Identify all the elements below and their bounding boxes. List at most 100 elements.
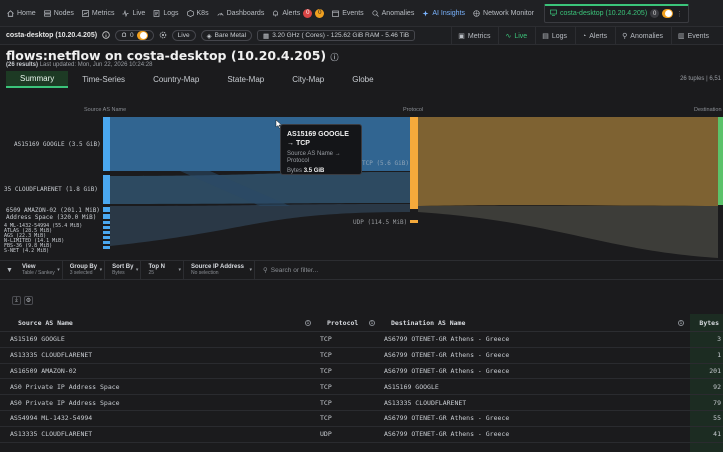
nav-nodes[interactable]: Nodes	[40, 0, 78, 27]
sankey-node-destination[interactable]	[718, 117, 723, 205]
table-row[interactable]: AS13335 CLOUDFLARENET UDP AS6799 OTENET-GR…	[0, 427, 723, 443]
host-tab-toggle[interactable]	[662, 9, 674, 18]
sankey-node-small-6[interactable]	[103, 246, 110, 249]
nav-home[interactable]: Home	[3, 0, 40, 27]
filter-source-ip[interactable]: Source IP Address No selection ▾	[184, 260, 256, 280]
nav-metrics[interactable]: Metrics	[78, 0, 119, 27]
filter-funnel-icon[interactable]: ▼	[6, 267, 13, 274]
sankey-node-udp[interactable]	[410, 220, 418, 223]
ai-insights-icon	[422, 10, 429, 17]
notifications-pill[interactable]: 0	[115, 30, 154, 41]
tab-summary[interactable]: Summary	[6, 71, 69, 88]
tab-city-map[interactable]: City-Map	[278, 71, 338, 88]
nav-live-label: Live	[132, 9, 146, 17]
sankey-link-tcp-dest[interactable]	[418, 117, 718, 206]
nav-anomalies[interactable]: Anomalies	[368, 0, 419, 27]
results-count: (26 results)	[6, 62, 39, 68]
col-header-protocol[interactable]: Protocol	[327, 319, 358, 327]
sankey-node-google[interactable]	[103, 117, 110, 171]
info-icon[interactable]: i	[369, 319, 375, 326]
nav-ai-insights[interactable]: AI Insights	[418, 0, 469, 27]
sankey-node-small-1[interactable]	[103, 221, 110, 224]
nav-alerts[interactable]: Alerts 0 0	[268, 0, 328, 27]
hardware-spec-pill[interactable]: ▦ 3.20 GHz ( Cores) - 125.62 GiB RAM - 5.…	[257, 30, 416, 41]
node-tab-live[interactable]: ∿ Live	[498, 27, 533, 45]
nav-events-label: Events	[342, 9, 364, 17]
metrics-icon	[82, 9, 89, 17]
live-pill[interactable]: Live	[171, 30, 196, 41]
anomalies-icon	[372, 9, 379, 17]
cell-protocol: TCP	[320, 398, 332, 407]
sankey-node-tcp[interactable]	[410, 117, 418, 209]
nav-ai-insights-label: AI Insights	[432, 9, 466, 17]
cell-destination: AS6799 OTENET-GR Athens - Greece	[384, 366, 510, 375]
filter-view[interactable]: View Table / Sankey ▾	[15, 260, 63, 280]
tuples-count: 26 tuples | 6,51	[680, 76, 721, 82]
cell-destination: AS15169 GOOGLE	[384, 382, 439, 391]
sankey-node-private[interactable]	[103, 214, 110, 219]
gear-icon[interactable]: ⚙	[24, 296, 33, 305]
node-hostname: costa-desktop (10.20.4.205)	[6, 32, 98, 39]
cell-bytes: 41	[713, 430, 721, 439]
sankey-col-label-destination: Destination	[694, 107, 722, 113]
nav-events[interactable]: Events	[328, 0, 367, 27]
col-header-destination-as[interactable]: Destination AS Name	[391, 319, 465, 327]
hardware-spec-label: 3.20 GHz ( Cores) - 125.62 GiB RAM - 5.4…	[272, 32, 410, 39]
sankey-tooltip: AS15169 GOOGLE → TCP Source AS Name → Pr…	[280, 124, 362, 175]
info-icon[interactable]: i	[678, 319, 684, 326]
table-row[interactable]: AS15169 GOOGLE TCP AS6799 OTENET-GR Athens…	[0, 332, 723, 348]
filter-search[interactable]: ⚲ Search or filter...	[255, 266, 318, 275]
environment-pill[interactable]: ◈ Bare Metal	[200, 30, 253, 41]
info-icon[interactable]	[102, 30, 110, 41]
sankey-node-cloudflare[interactable]	[103, 175, 110, 204]
table-row[interactable]: AS0 Private IP Address Space TCP AS15169 G…	[0, 379, 723, 396]
info-icon[interactable]: i	[305, 319, 311, 326]
nav-k8s[interactable]: K8s	[183, 0, 213, 27]
sankey-label-small-6: S-NET (4.2 MiB)	[4, 248, 49, 254]
chevron-down-icon: ▾	[99, 267, 103, 273]
table-row[interactable]: AS0 Private IP Address Space TCP AS13335 C…	[0, 395, 723, 411]
tab-time-series[interactable]: Time-Series	[68, 71, 139, 88]
col-header-bytes[interactable]: Bytes	[699, 319, 719, 327]
tab-country-map[interactable]: Country-Map	[139, 71, 213, 88]
cell-source: AS16509 AMAZON-02	[10, 366, 77, 375]
tab-state-map[interactable]: State-Map	[213, 71, 278, 88]
node-tab-logs[interactable]: ▤ Logs	[535, 27, 573, 45]
nav-live[interactable]: Live	[118, 0, 149, 27]
sankey-col-label-source: Source AS Name	[84, 107, 126, 113]
sankey-node-small-3[interactable]	[103, 231, 110, 234]
sankey-node-small-5[interactable]	[103, 241, 110, 244]
nav-dashboards[interactable]: Dashboards	[213, 0, 269, 27]
col-header-source-as[interactable]: Source AS Name	[18, 319, 73, 327]
sankey-node-amazon[interactable]	[103, 207, 110, 212]
table-row[interactable]: AS16509 AMAZON-02 TCP AS6799 OTENET-GR Ath…	[0, 364, 723, 380]
node-tab-events[interactable]: ▥ Events	[670, 27, 715, 45]
nav-logs[interactable]: Logs	[149, 0, 182, 27]
filter-value: 25	[148, 270, 154, 276]
k8s-icon	[186, 9, 194, 17]
drag-handle-icon[interactable]: ⋮	[676, 10, 683, 18]
table-row[interactable]: AS13335 CLOUDFLARENET TCP AS6799 OTENET-GR…	[0, 348, 723, 364]
sankey-node-small-2[interactable]	[103, 226, 110, 229]
tab-globe[interactable]: Globe	[338, 71, 387, 88]
title-info-icon[interactable]: ⓘ	[330, 53, 338, 62]
node-tab-anomalies[interactable]: ⚲ Anomalies	[615, 27, 669, 45]
cell-source: AS54994 ML-1432-54994	[10, 414, 93, 423]
node-tab-metrics[interactable]: ▣ Metrics	[451, 27, 496, 45]
cell-source: AS0 Private IP Address Space	[10, 382, 120, 391]
bell-icon	[121, 32, 127, 40]
active-host-tab[interactable]: costa-desktop (10.20.4.205) 0 ⋮	[543, 3, 690, 23]
download-icon[interactable]: ⤓	[12, 296, 21, 305]
settings-gear-icon[interactable]	[159, 31, 167, 41]
filter-group-by[interactable]: Group By 3 selected ▾	[63, 260, 106, 280]
sankey-node-small-4[interactable]	[103, 236, 110, 239]
table-row[interactable]: AS54994 ML-1432-54994 TCP AS6799 OTENET-GR…	[0, 411, 723, 427]
filter-top-n[interactable]: Top N 25 ▾	[141, 260, 184, 280]
node-tab-alerts[interactable]: ◔ Alerts	[575, 27, 613, 45]
nav-network-monitor[interactable]: Network Monitor	[469, 0, 538, 27]
filter-sort-by[interactable]: Sort By Bytes ▾	[105, 260, 142, 280]
notifications-toggle[interactable]	[136, 31, 148, 40]
sankey-label-private: Address Space (320.0 MiB)	[6, 214, 96, 221]
logs-icon: ▤	[542, 33, 549, 40]
sankey-link-tcp-dest-lower[interactable]	[418, 206, 718, 258]
